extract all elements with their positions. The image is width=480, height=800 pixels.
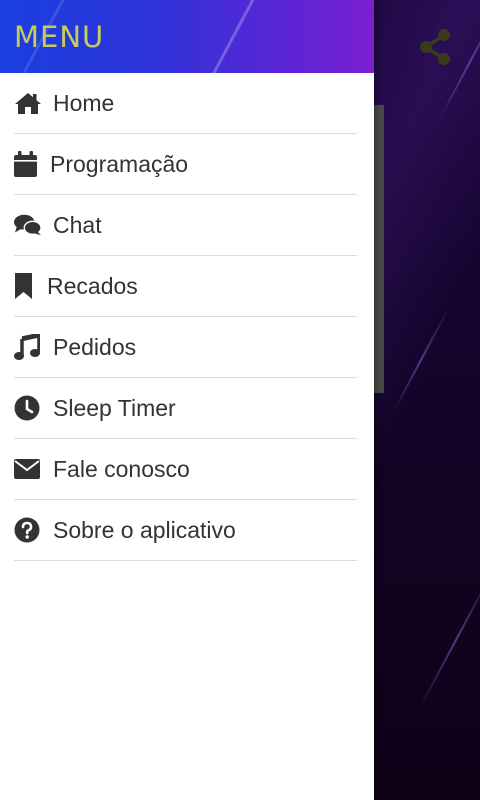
- menu-item-sleep-timer[interactable]: Sleep Timer: [14, 378, 357, 439]
- drawer-header: MENU: [0, 0, 374, 73]
- home-icon: [14, 89, 42, 117]
- question-circle-icon: [14, 516, 42, 544]
- menu-list: Home Programação Chat Recados Pedidos Sl…: [0, 73, 374, 561]
- menu-item-label: Programação: [50, 150, 189, 177]
- menu-item-label: Sobre o aplicativo: [53, 516, 236, 543]
- menu-item-recados[interactable]: Recados: [14, 256, 357, 317]
- menu-title: MENU: [14, 20, 105, 54]
- menu-item-label: Recados: [47, 272, 138, 299]
- menu-item-programacao[interactable]: Programação: [14, 134, 357, 195]
- menu-item-label: Chat: [53, 211, 102, 238]
- menu-item-home[interactable]: Home: [14, 73, 357, 134]
- scroll-indicator: [374, 105, 384, 393]
- menu-item-label: Sleep Timer: [53, 394, 176, 421]
- bookmark-icon: [14, 272, 36, 300]
- music-note-icon: [14, 333, 42, 361]
- envelope-icon: [14, 455, 42, 483]
- menu-item-label: Home: [53, 89, 115, 116]
- menu-item-label: Pedidos: [53, 333, 137, 360]
- menu-item-fale-conosco[interactable]: Fale conosco: [14, 439, 357, 500]
- clock-icon: [14, 394, 42, 422]
- navigation-drawer: MENU Home Programação Chat Recados Pedid…: [0, 0, 374, 800]
- share-icon: [420, 29, 450, 65]
- calendar-icon: [14, 150, 39, 178]
- menu-item-chat[interactable]: Chat: [14, 195, 357, 256]
- menu-item-label: Fale conosco: [53, 455, 190, 482]
- chat-icon: [14, 211, 42, 239]
- menu-item-sobre[interactable]: Sobre o aplicativo: [14, 500, 357, 561]
- share-button[interactable]: [410, 22, 460, 72]
- menu-item-pedidos[interactable]: Pedidos: [14, 317, 357, 378]
